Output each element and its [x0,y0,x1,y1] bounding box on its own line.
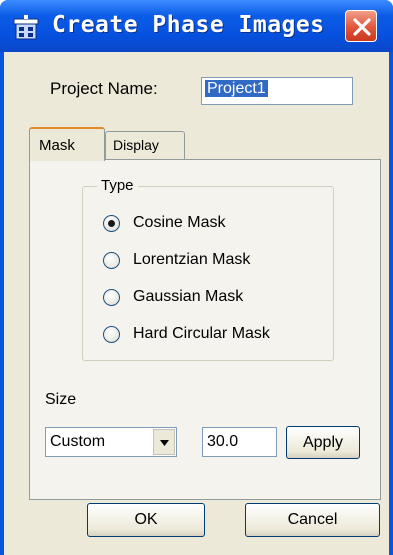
phase-images-app-icon [12,15,40,41]
project-name-value: Project1 [205,80,268,97]
close-icon [353,18,371,36]
size-mode-value: Custom [50,433,106,450]
close-button[interactable] [345,10,377,42]
radio-button[interactable] [103,251,120,269]
tab-mask[interactable]: Mask [29,127,105,161]
radio-button[interactable] [103,214,120,232]
type-group-label: Type [97,177,138,194]
radio-label: Lorentzian Mask [133,251,251,268]
project-name-input[interactable]: Project1 [201,77,353,105]
dropdown-button[interactable] [153,429,175,455]
size-value-input[interactable]: 30.0 [202,427,277,457]
project-name-label: Project Name: [50,79,158,98]
ok-button[interactable]: OK [87,503,205,537]
radio-cosine-mask[interactable]: Cosine Mask [103,211,225,235]
radio-gaussian-mask[interactable]: Gaussian Mask [103,285,243,309]
type-group: Type Cosine Mask Lorentzian Mask Gaussia… [82,177,334,361]
radio-button[interactable] [103,325,120,343]
mask-tab-panel: Type Cosine Mask Lorentzian Mask Gaussia… [29,159,381,500]
radio-hard-circular-mask[interactable]: Hard Circular Mask [103,322,270,346]
radio-label: Cosine Mask [133,214,226,231]
size-mode-select[interactable]: Custom [45,427,177,457]
cancel-button[interactable]: Cancel [245,503,380,537]
title-bar[interactable]: Create Phase Images [0,0,393,52]
dialog-window: Create Phase Images Project Name: Projec… [0,0,393,555]
window-title: Create Phase Images [52,12,325,38]
tab-display[interactable]: Display [105,131,185,159]
radio-label: Gaussian Mask [133,288,244,305]
apply-button[interactable]: Apply [286,426,360,459]
radio-lorentzian-mask[interactable]: Lorentzian Mask [103,248,250,272]
dialog-body: Project Name: Project1 Mask Display Type… [4,52,389,555]
size-label: Size [45,391,77,408]
radio-button[interactable] [103,288,120,306]
radio-label: Hard Circular Mask [133,325,270,342]
chevron-down-icon [160,440,169,446]
